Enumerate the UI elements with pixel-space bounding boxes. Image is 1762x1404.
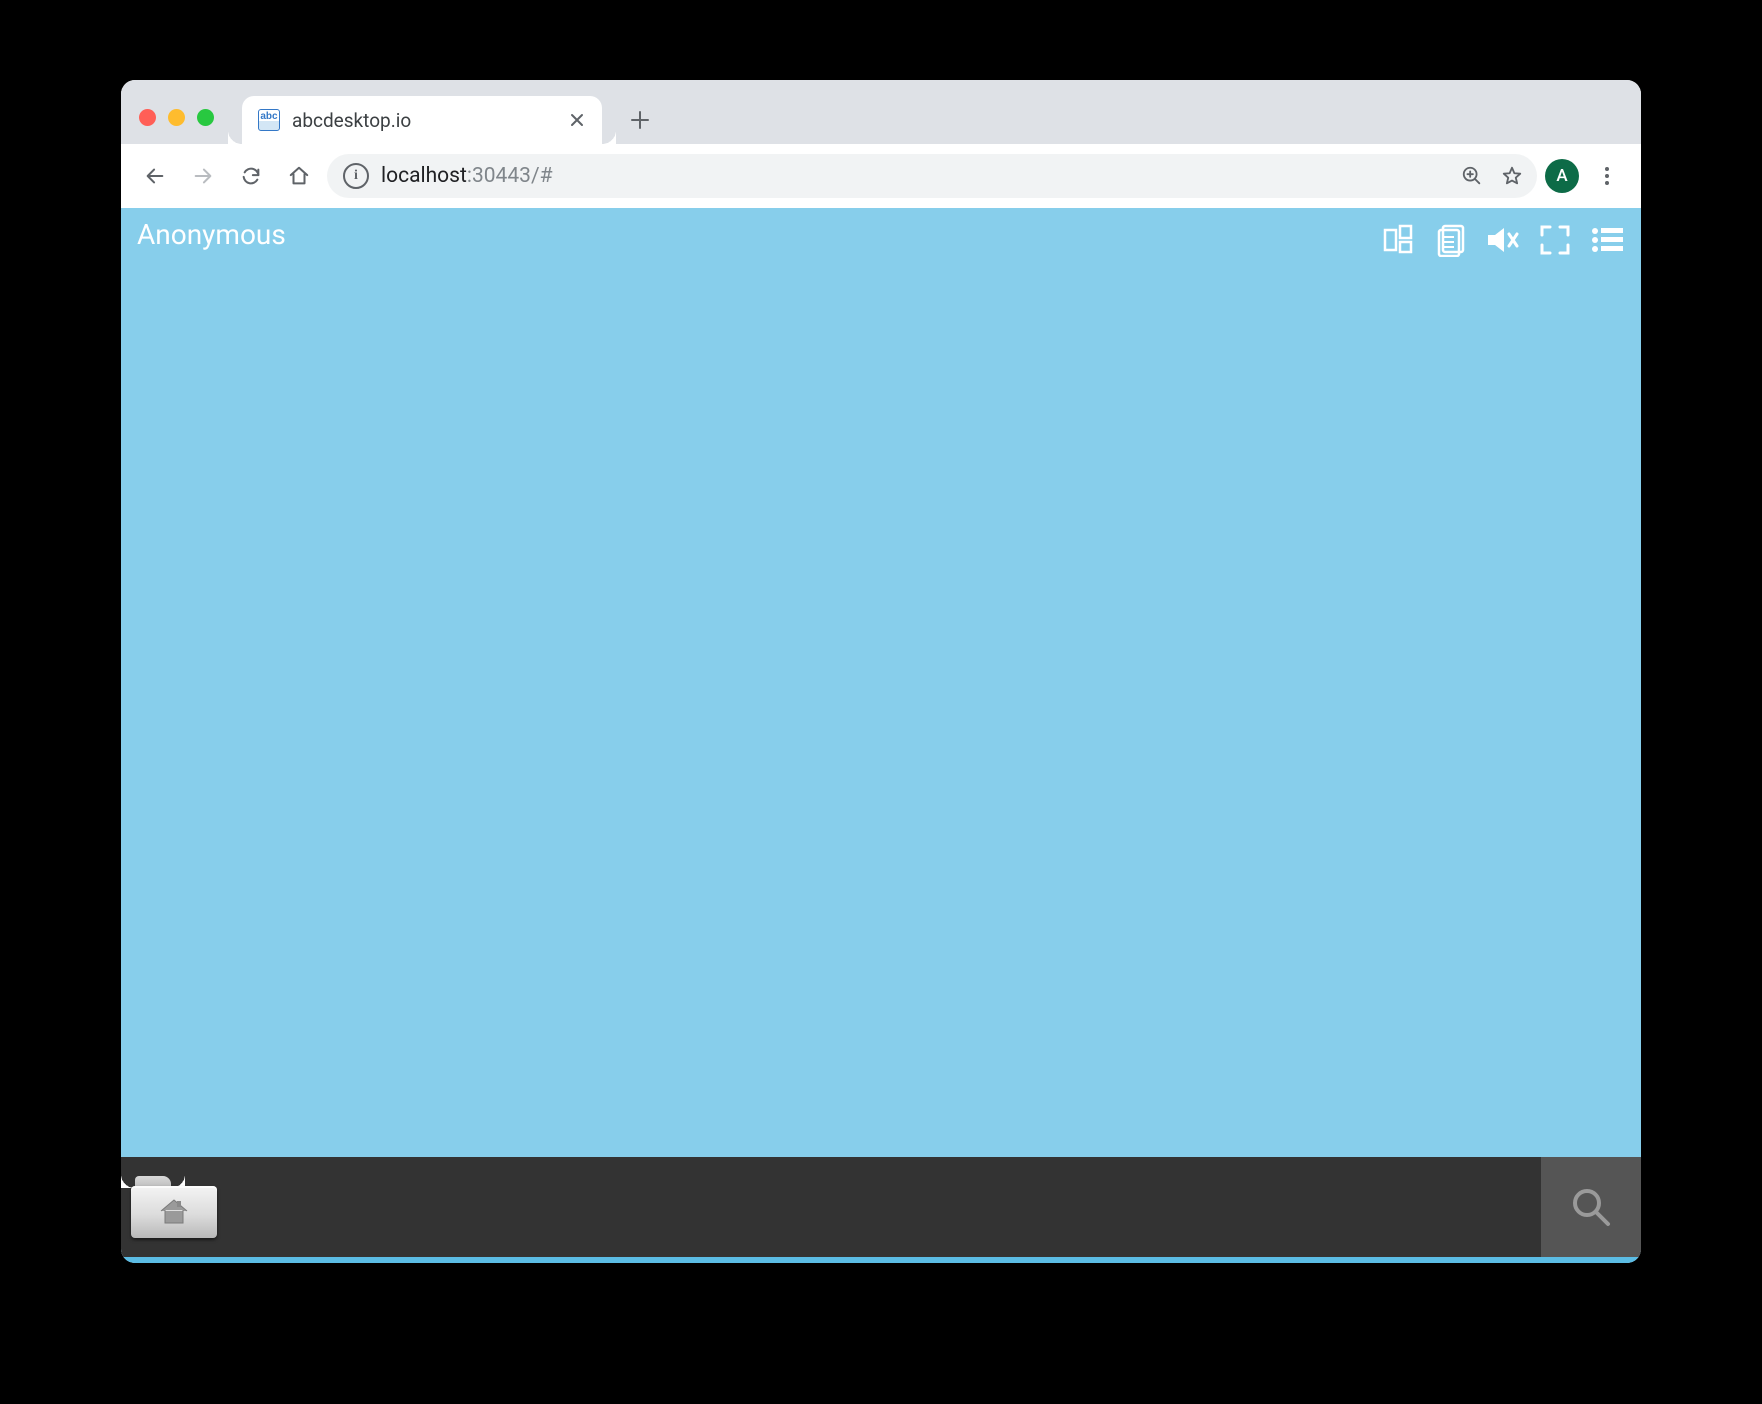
browser-tab[interactable]: abc abcdesktop.io: [242, 96, 602, 144]
window-close-button[interactable]: [139, 109, 156, 126]
home-outline-icon: [288, 165, 310, 187]
zoom-in-icon: [1461, 165, 1483, 187]
kebab-menu-icon: [1597, 166, 1617, 186]
desktop-topbar-actions: [1381, 218, 1625, 258]
nav-back-button[interactable]: [135, 156, 175, 196]
list-menu-icon: [1591, 226, 1623, 254]
window-minimize-button[interactable]: [168, 109, 185, 126]
new-tab-button[interactable]: [620, 100, 660, 140]
volume-mute-icon: [1486, 225, 1520, 255]
nav-forward-button[interactable]: [183, 156, 223, 196]
taskbar-home-folder[interactable]: [127, 1171, 221, 1243]
site-info-icon[interactable]: i: [343, 163, 369, 189]
clipboard-icon: [1436, 223, 1466, 257]
clipboard-button[interactable]: [1433, 222, 1469, 258]
tab-favicon: abc: [258, 109, 280, 131]
page-content: Anonymous: [121, 208, 1641, 1263]
tab-title: abcdesktop.io: [292, 109, 554, 132]
address-bar[interactable]: i localhost:30443/#: [327, 154, 1537, 198]
desktop-topbar: Anonymous: [121, 208, 1641, 258]
window-zoom-button[interactable]: [197, 109, 214, 126]
window-controls: [139, 109, 214, 144]
plus-icon: [631, 111, 649, 129]
desktop-workspace[interactable]: [121, 258, 1641, 1157]
arrow-left-icon: [144, 165, 166, 187]
url-rest: :30443/#: [467, 164, 553, 188]
taskbar-search-button[interactable]: [1541, 1157, 1641, 1257]
home-folder-icon: [131, 1176, 217, 1238]
settings-menu-button[interactable]: [1589, 222, 1625, 258]
browser-window: abc abcdesktop.io: [121, 80, 1641, 1263]
taskbar-bottom-accent: [121, 1257, 1641, 1263]
close-icon: [570, 113, 584, 127]
desktop-taskbar: [121, 1157, 1641, 1257]
star-icon: [1501, 165, 1523, 187]
tab-strip: abc abcdesktop.io: [121, 90, 1641, 144]
zoom-button[interactable]: [1461, 165, 1483, 187]
current-user-label: Anonymous: [137, 218, 286, 251]
url-host: localhost: [381, 164, 467, 188]
browser-tab-strip-area: abc abcdesktop.io: [121, 80, 1641, 144]
nav-home-button[interactable]: [279, 156, 319, 196]
apps-grid-button[interactable]: [1381, 222, 1417, 258]
sound-mute-button[interactable]: [1485, 222, 1521, 258]
bookmark-button[interactable]: [1501, 165, 1523, 187]
profile-avatar[interactable]: A: [1545, 159, 1579, 193]
fullscreen-icon: [1539, 224, 1571, 256]
arrow-right-icon: [192, 165, 214, 187]
nav-reload-button[interactable]: [231, 156, 271, 196]
browser-menu-button[interactable]: [1587, 156, 1627, 196]
apps-grid-icon: [1383, 224, 1415, 256]
browser-toolbar: i localhost:30443/# A: [121, 144, 1641, 208]
avatar-initial: A: [1556, 166, 1567, 186]
home-icon: [157, 1197, 191, 1227]
reload-icon: [240, 165, 262, 187]
search-icon: [1569, 1185, 1613, 1229]
fullscreen-button[interactable]: [1537, 222, 1573, 258]
tab-close-button[interactable]: [566, 109, 588, 131]
url-text: localhost:30443/#: [381, 164, 553, 188]
